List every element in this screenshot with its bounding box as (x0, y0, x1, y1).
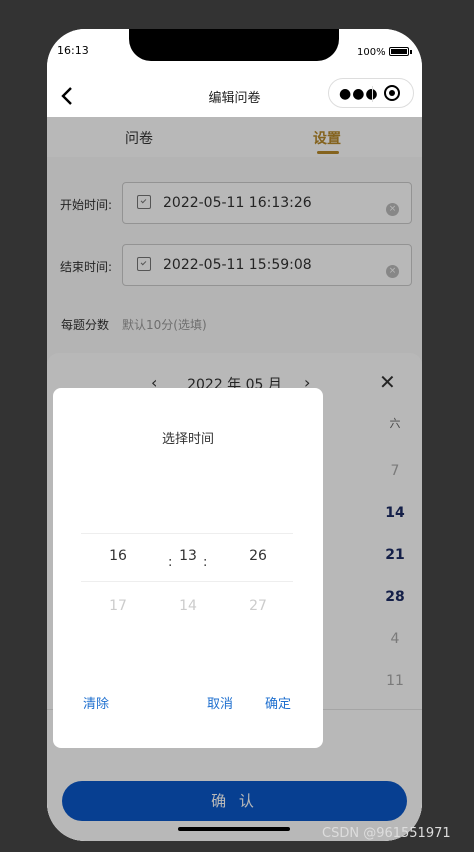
time-picker-dialog: 选择时间 16 : 13 : 26 17 14 27 清除 取消 确定 (53, 388, 323, 748)
minute-next[interactable]: 14 (168, 598, 208, 614)
time-colon: : (203, 555, 208, 570)
picker-divider (81, 581, 293, 582)
clear-button[interactable]: 清除 (83, 693, 109, 712)
second-selected[interactable]: 26 (238, 548, 278, 564)
nav-bar: 编辑问卷 ●●● (47, 75, 422, 117)
battery-icon (389, 47, 412, 56)
ok-button[interactable]: 确定 (265, 693, 291, 712)
watermark: CSDN @961551971 (322, 826, 451, 841)
capsule-divider (372, 86, 373, 102)
mini-program-capsule: ●●● (328, 78, 414, 108)
status-bar: 16:13 100% (47, 29, 422, 75)
home-indicator (178, 827, 290, 831)
cancel-button[interactable]: 取消 (207, 693, 233, 712)
minute-selected[interactable]: 13 (168, 548, 208, 564)
hour-next[interactable]: 17 (98, 598, 138, 614)
battery-percentage: 100% (357, 47, 386, 58)
dialog-title: 选择时间 (161, 432, 214, 447)
notch (129, 29, 339, 61)
close-program-icon[interactable] (384, 85, 400, 101)
second-next[interactable]: 27 (238, 598, 278, 614)
status-time: 16:13 (57, 44, 89, 57)
picker-divider (81, 533, 293, 534)
hour-selected[interactable]: 16 (98, 548, 138, 564)
